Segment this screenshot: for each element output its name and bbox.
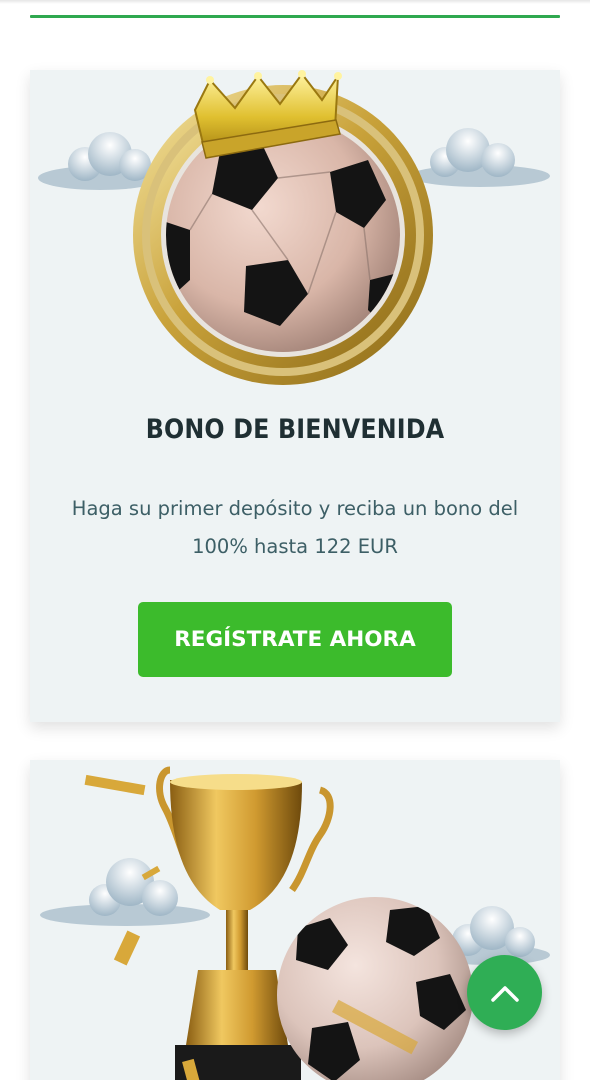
section-divider	[30, 15, 560, 18]
header-shadow	[0, 0, 590, 4]
register-now-button[interactable]: REGÍSTRATE AHORA	[138, 602, 452, 677]
promo-image	[40, 766, 550, 1080]
welcome-bonus-image	[38, 70, 550, 385]
chevron-up-icon	[490, 985, 519, 1002]
cloud-icon	[40, 858, 210, 926]
promo-card	[30, 760, 560, 1080]
card-title: BONO DE BIENVENIDA	[145, 414, 445, 445]
page: BONO DE BIENVENIDA Haga su primer depósi…	[0, 0, 590, 1080]
welcome-bonus-card: BONO DE BIENVENIDA Haga su primer depósi…	[30, 70, 560, 722]
cloud-icon	[410, 128, 550, 187]
scroll-to-top-button[interactable]	[467, 955, 542, 1030]
soccer-ball-icon	[277, 897, 473, 1080]
card-description: Haga su primer depósito y reciba un bono…	[71, 497, 519, 558]
